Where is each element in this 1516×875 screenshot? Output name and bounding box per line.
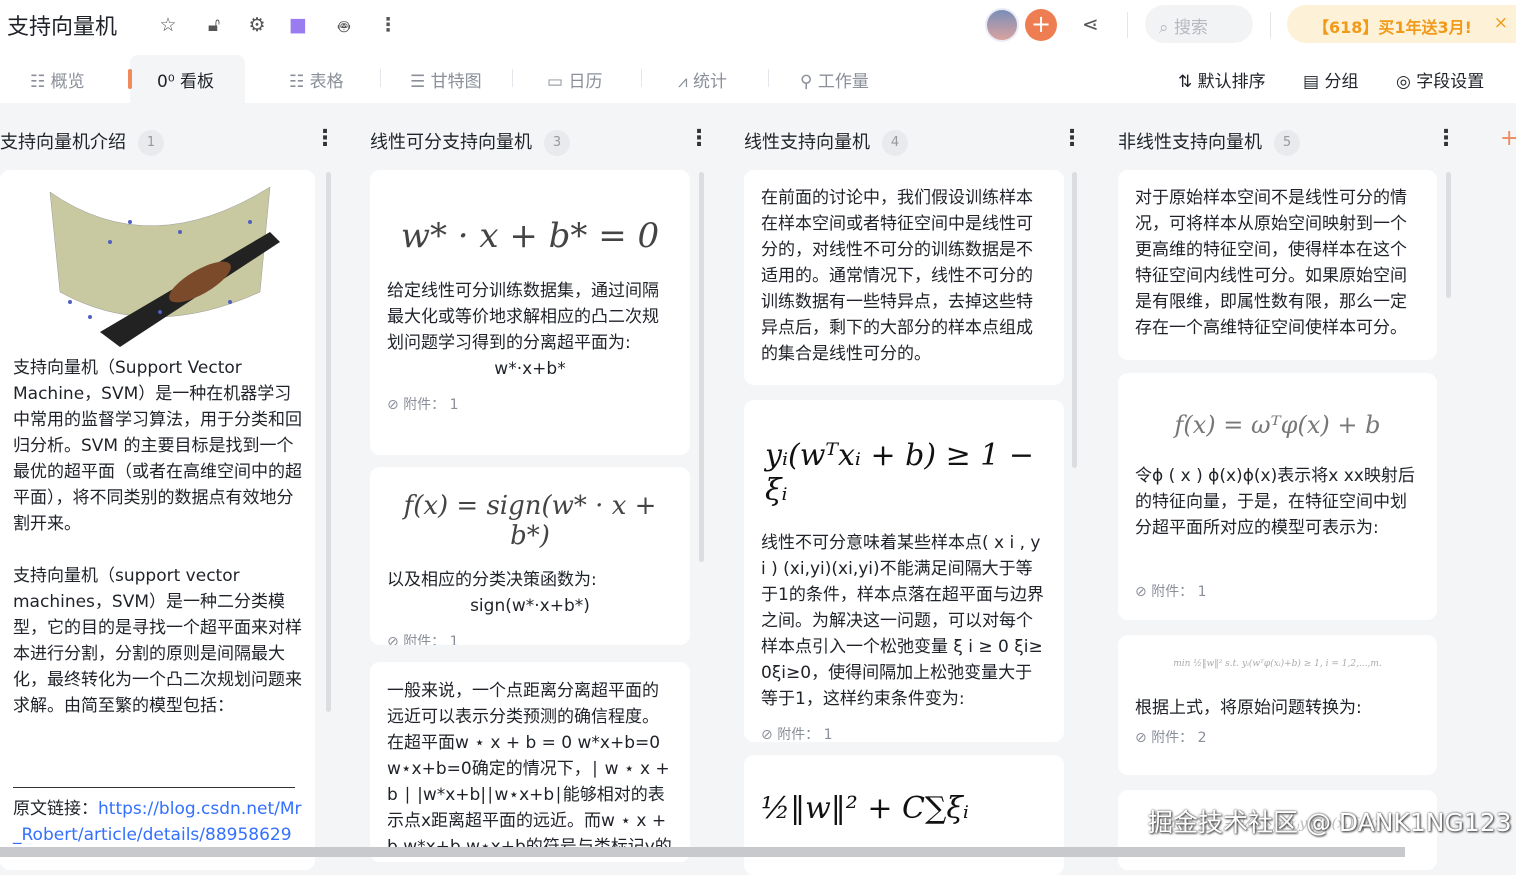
kanban-card[interactable]: 支持向量机（Support Vector Machine，SVM）是一种在机器学… <box>0 170 315 870</box>
tab-overview[interactable]: ☷ 概览 <box>30 67 85 92</box>
add-button[interactable]: + <box>1025 9 1057 41</box>
kanban-card[interactable]: ½‖w‖² + C∑ξᵢ <box>744 755 1064 875</box>
column-header: 支持向量机介绍1 <box>0 128 164 156</box>
column-more-icon[interactable]: ⋮ <box>688 126 710 151</box>
field-settings-button[interactable]: ◎ 字段设置 <box>1396 67 1484 92</box>
group-button[interactable]: ▤ 分组 <box>1303 67 1358 92</box>
column-more-icon[interactable]: ⋮ <box>1061 126 1083 151</box>
page-title: 支持向量机 <box>7 9 117 41</box>
tab-gantt[interactable]: ☰ 甘特图 <box>410 67 482 92</box>
attachment-count: ⊘ 附件： 1 <box>387 394 673 414</box>
tab-kanban[interactable]: 0⁰ 看板 <box>157 67 214 92</box>
kanban-card[interactable]: 对于原始样本空间不是线性可分的情况，可将样本从原始空间映射到一个更高维的特征空间… <box>1118 170 1437 360</box>
share-icon[interactable]: ⋖ <box>1082 12 1099 36</box>
column-header: 线性支持向量机4 <box>744 128 908 156</box>
search-icon: ⌕ <box>1159 18 1174 38</box>
robot-icon[interactable]: 🤖︎ <box>332 14 356 41</box>
close-icon[interactable]: × <box>1494 13 1508 33</box>
tab-calendar[interactable]: ▭ 日历 <box>547 67 602 92</box>
formula-image: ½‖w‖² + C∑ξᵢ <box>761 791 1047 826</box>
attachment-count: ⊘ 附件： 1 <box>387 631 673 645</box>
formula-image: w* · x + b* = 0 <box>387 216 673 256</box>
top-bar: 支持向量机 ☆ 🔓︎ ⚙︎ ■ 🤖︎ ⋮ + ⋖ ⌕ 搜索 【618】买1年送3… <box>0 0 1516 55</box>
column-more-icon[interactable]: ⋮ <box>314 126 336 151</box>
avatar[interactable] <box>985 8 1019 42</box>
star-icon[interactable]: ☆ <box>156 14 180 36</box>
attachment-count: ⊘ 附件： 2 <box>1135 727 1420 747</box>
kanban-card[interactable]: min ½‖w‖² s.t. yᵢ(wᵀφ(xᵢ)+b) ≥ 1, i = 1,… <box>1118 635 1437 775</box>
add-column-icon[interactable]: + <box>1500 126 1516 151</box>
paperclip-icon: ⊘ <box>761 727 773 742</box>
scrollbar[interactable] <box>326 172 331 712</box>
more-icon[interactable]: ⋮ <box>376 14 400 36</box>
divider <box>1270 12 1271 38</box>
formula-image: yᵢ(wᵀxᵢ + b) ≥ 1 − ξᵢ <box>761 438 1047 508</box>
paperclip-icon: ⊘ <box>387 634 399 645</box>
watermark: 掘金技术社区 @ DANK1NG123 <box>1148 803 1512 839</box>
column-header: 非线性支持向量机5 <box>1118 128 1300 156</box>
formula-image: f(x) = ωᵀφ(x) + b <box>1135 411 1420 439</box>
promo-banner[interactable]: 【618】买1年送3月!× <box>1287 5 1516 43</box>
kanban-card[interactable]: yᵢ(wᵀxᵢ + b) ≥ 1 − ξᵢ 线性不可分意味着某些样本点( x i… <box>744 400 1064 742</box>
column-header: 线性可分支持向量机3 <box>370 128 570 156</box>
attachment-count: ⊘ 附件： 1 <box>761 724 1047 742</box>
horizontal-scrollbar[interactable] <box>0 847 1405 857</box>
formula-image: f(x) = sign(w* · x + b*) <box>387 491 673 551</box>
lock-icon[interactable]: 🔓︎ <box>202 14 226 36</box>
kanban-card[interactable]: f(x) = ωᵀφ(x) + b 令ϕ ( x ) ϕ(x)ϕ(x)表示将x … <box>1118 373 1437 620</box>
mascot-icon[interactable]: ■ <box>286 14 310 36</box>
kanban-card[interactable]: w* · x + b* = 0 给定线性可分训练数据集，通过间隔最大化或等价地求… <box>370 170 690 455</box>
paperclip-icon: ⊘ <box>1135 584 1147 600</box>
sort-button[interactable]: ⇅ 默认排序 <box>1178 67 1266 92</box>
formula-image: min ½‖w‖² s.t. yᵢ(wᵀφ(xᵢ)+b) ≥ 1, i = 1,… <box>1135 659 1420 669</box>
tab-stats[interactable]: ⩘ 统计 <box>678 67 727 92</box>
scrollbar[interactable] <box>1072 172 1077 468</box>
kanban-card[interactable]: f(x) = sign(w* · x + b*) 以及相应的分类决策函数为: s… <box>370 467 690 645</box>
kanban-card[interactable]: 一般来说，一个点距离分离超平面的远近可以表示分类预测的确信程度。在超平面w ⋆ … <box>370 662 690 862</box>
settings-sliders-icon[interactable]: ⚙︎ <box>245 14 269 36</box>
tab-indicator <box>128 69 132 89</box>
paperclip-icon: ⊘ <box>387 397 399 413</box>
tab-workload[interactable]: ⚲ 工作量 <box>800 67 869 92</box>
tab-table[interactable]: ☷ 表格 <box>289 67 344 92</box>
scrollbar[interactable] <box>1446 172 1451 298</box>
attachment-count: ⊘ 附件： 1 <box>1135 581 1420 601</box>
view-tabs: ☷ 概览 0⁰ 看板 ☷ 表格 ☰ 甘特图 ▭ 日历 ⩘ 统计 ⚲ 工作量 ⇅ … <box>0 55 1516 103</box>
kanban-card[interactable]: 在前面的讨论中，我们假设训练样本在样本空间或者特征空间中是线性可分的，对线性不可… <box>744 170 1064 385</box>
search-input[interactable]: ⌕ 搜索 <box>1145 5 1253 43</box>
paperclip-icon: ⊘ <box>1135 730 1147 746</box>
divider <box>1127 12 1128 38</box>
scrollbar[interactable] <box>699 172 704 562</box>
column-more-icon[interactable]: ⋮ <box>1435 126 1457 151</box>
svm-3d-plot-image <box>30 182 280 347</box>
